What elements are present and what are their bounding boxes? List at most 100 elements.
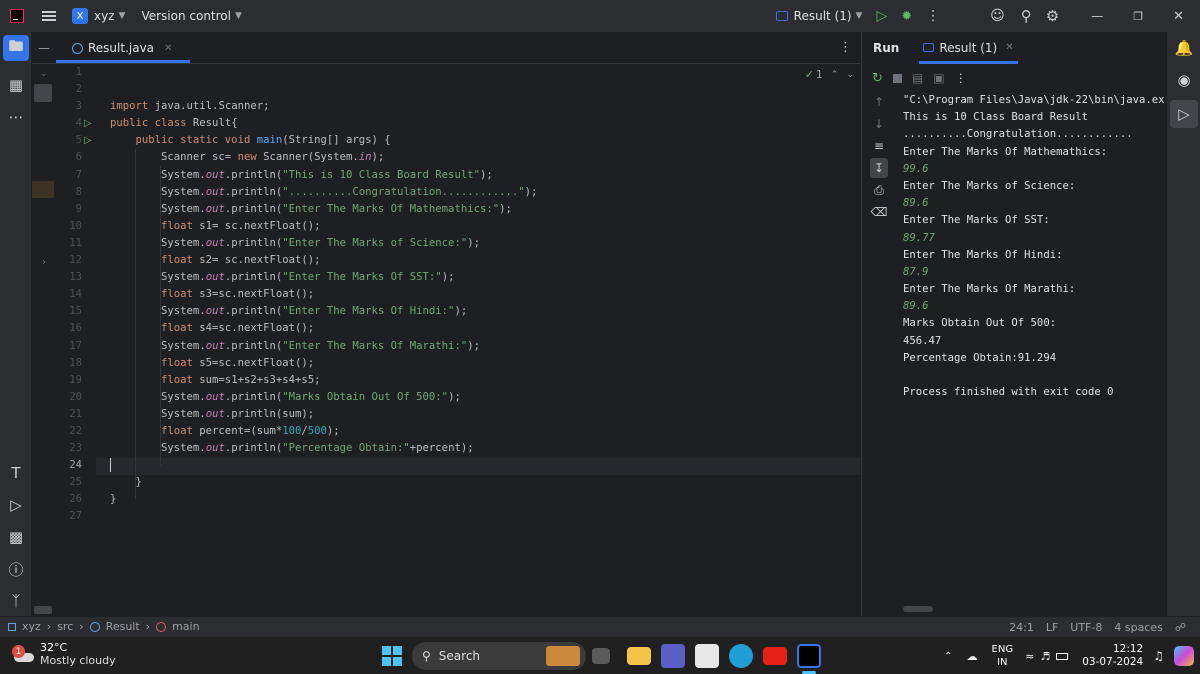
code-lines[interactable]: import java.util.Scanner; public class R… (110, 64, 850, 526)
settings-gear-icon[interactable]: ⚙ (1046, 7, 1059, 25)
line-number[interactable]: 21 (56, 406, 96, 423)
line-number[interactable]: 23 (56, 440, 96, 457)
restore-icon[interactable]: ❐ (1133, 10, 1143, 23)
show-hidden-icons-icon[interactable]: ⌃ (944, 651, 952, 662)
line-separator[interactable]: LF (1046, 621, 1058, 634)
run-tab-close-icon[interactable]: ✕ (1005, 42, 1013, 53)
line-number[interactable]: 15 (56, 303, 96, 320)
minimize-icon[interactable]: — (1091, 9, 1103, 23)
windows-start-icon[interactable] (382, 646, 402, 666)
readonly-lock-icon[interactable]: ☍ (1175, 621, 1186, 634)
console-output[interactable]: "C:\Program Files\Java\jdk-22\bin\java.e… (903, 92, 1165, 401)
scroll-thumb[interactable] (34, 84, 52, 102)
line-number[interactable]: 9 (56, 201, 96, 218)
line-number[interactable]: 10 (56, 218, 96, 235)
wifi-icon[interactable]: ≈ (1025, 650, 1034, 663)
copilot-icon[interactable] (1174, 646, 1194, 666)
fold-down-icon[interactable]: ⌄ (40, 69, 48, 79)
tab-run-result[interactable]: Result (1) ✕ (919, 32, 1018, 64)
run-more-icon[interactable]: ⋮ (955, 71, 967, 85)
debug-icon[interactable]: ✹ (901, 9, 912, 24)
project-folder-icon[interactable]: 🖿 (3, 35, 29, 61)
teams-icon[interactable] (661, 644, 685, 668)
line-number[interactable]: 19 (56, 372, 96, 389)
weather-widget[interactable]: 1 32°C Mostly cloudy (12, 641, 116, 667)
scroll-up-icon[interactable]: ↑ (862, 92, 896, 112)
fold-right-icon[interactable]: › (42, 257, 46, 268)
project-widget[interactable]: X xyz ▼ (72, 8, 125, 24)
volume-icon[interactable]: ♬ (1040, 650, 1050, 663)
line-number[interactable]: 20 (56, 389, 96, 406)
stop-icon[interactable] (892, 73, 902, 83)
indent-setting[interactable]: 4 spaces (1114, 621, 1163, 634)
battery-icon[interactable] (1056, 652, 1069, 660)
structure-icon[interactable]: ▦ (0, 69, 32, 101)
language-indicator[interactable]: ENG IN (992, 643, 1014, 669)
file-explorer-icon[interactable] (627, 647, 651, 665)
intellij-logo-icon[interactable] (10, 9, 24, 23)
soft-wrap-icon[interactable]: ≡ (862, 136, 896, 156)
line-number[interactable]: 27 (56, 508, 96, 525)
line-number[interactable]: 3 (56, 98, 96, 115)
vcs-widget[interactable]: Version control ▼ (141, 9, 241, 23)
main-menu-icon[interactable] (42, 11, 56, 21)
line-number[interactable]: 7 (56, 167, 96, 184)
notification-bell-icon[interactable]: ♫ (1153, 649, 1164, 663)
breadcrumb-src[interactable]: src (57, 620, 73, 633)
search-icon[interactable]: ⚲ (1021, 7, 1032, 25)
line-number[interactable]: 6 (56, 149, 96, 166)
file-encoding[interactable]: UTF-8 (1070, 621, 1102, 634)
services-run-icon[interactable]: ▷ (0, 489, 32, 521)
line-number[interactable]: 24 (56, 457, 96, 474)
git-icon[interactable]: ᛉ (0, 585, 32, 617)
screenshot-icon[interactable]: ▤ (912, 71, 923, 85)
scroll-thumb-bottom[interactable] (34, 606, 52, 614)
collapse-icon[interactable]: — (32, 32, 56, 64)
scroll-to-end-icon[interactable]: ↧ (870, 158, 888, 178)
run-main-gutter-icon[interactable]: ▷ (84, 135, 92, 146)
tab-options-icon[interactable]: ⋮ (839, 40, 852, 55)
intellij-taskbar-icon[interactable] (797, 644, 821, 668)
more-actions-icon[interactable]: ⋮ (926, 8, 940, 24)
close-icon[interactable]: ✕ (1173, 9, 1184, 24)
edge-icon[interactable] (729, 644, 753, 668)
more-tools-icon[interactable]: ⋯ (0, 101, 32, 133)
breadcrumb-class[interactable]: Result (106, 620, 140, 633)
line-number[interactable]: 11 (56, 235, 96, 252)
restore-layout-icon[interactable]: ▣ (933, 71, 944, 85)
console-hscroll-thumb[interactable] (903, 606, 933, 612)
breadcrumb-project[interactable]: xyz (22, 620, 41, 633)
caret-position[interactable]: 24:1 (1009, 621, 1034, 634)
onedrive-cloud-icon[interactable]: ☁ (967, 650, 978, 663)
code-editor[interactable]: ⌄ › 1 2 3 4 5 6 7 8 9 10 11 12 13 14 15 16 17 18 19 20 21 22 2… (32, 64, 860, 616)
line-number[interactable]: 14 (56, 286, 96, 303)
breadcrumb-method[interactable]: main (172, 620, 199, 633)
rerun-icon[interactable]: ↻ (872, 71, 883, 86)
line-number[interactable]: 12 (56, 252, 96, 269)
task-view-icon[interactable] (592, 648, 610, 664)
youtube-icon[interactable] (763, 647, 787, 665)
scroll-down-icon[interactable]: ↓ (862, 114, 896, 134)
line-number[interactable]: 8 (56, 184, 96, 201)
run-class-gutter-icon[interactable]: ▷ (84, 118, 92, 129)
line-number[interactable]: 16 (56, 320, 96, 337)
notifications-bell-icon[interactable]: 🔔 (1167, 32, 1200, 64)
line-number[interactable]: 22 (56, 423, 96, 440)
add-user-icon[interactable]: ☺ (990, 8, 1005, 24)
clock[interactable]: 12:12 03-07-2024 (1082, 643, 1143, 669)
line-number[interactable]: 17 (56, 338, 96, 355)
taskbar-search[interactable]: ⚲ Search (412, 642, 586, 670)
ai-assistant-icon[interactable]: ◉ (1167, 64, 1200, 96)
line-number[interactable]: 2 (56, 81, 96, 98)
problems-icon[interactable]: ⓘ (0, 553, 32, 585)
line-number[interactable]: 26 (56, 491, 96, 508)
clear-trash-icon[interactable]: ⌫ (862, 202, 896, 222)
store-icon[interactable] (695, 644, 719, 668)
run-window-icon[interactable]: ▷ (1170, 100, 1198, 128)
tab-close-icon[interactable]: ✕ (164, 43, 172, 54)
terminal-icon[interactable]: ▩ (0, 521, 32, 553)
line-number[interactable]: 25 (56, 474, 96, 491)
line-number[interactable]: 1 (56, 64, 96, 81)
run-icon[interactable]: ▷ (876, 8, 887, 24)
print-icon[interactable]: ⎙ (862, 180, 896, 200)
